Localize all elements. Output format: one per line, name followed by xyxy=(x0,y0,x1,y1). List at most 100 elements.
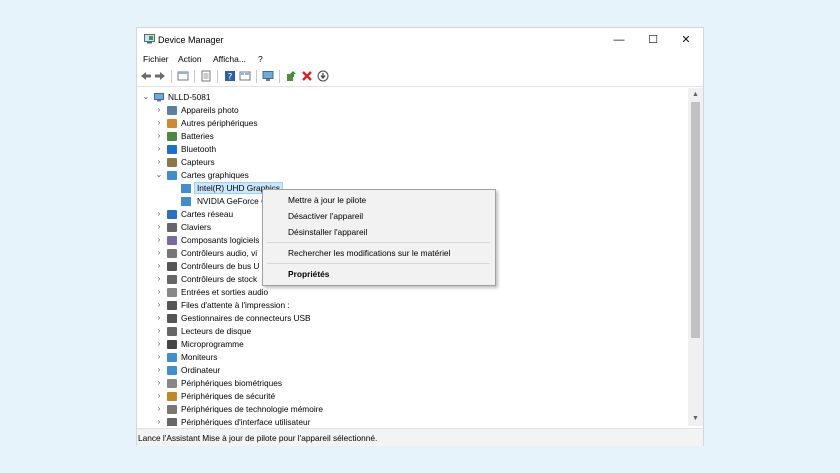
scroll-down-icon[interactable]: ▼ xyxy=(688,413,703,425)
view-icon[interactable] xyxy=(200,70,212,82)
device-category-label: Claviers xyxy=(181,222,211,232)
expand-chevron-icon[interactable]: › xyxy=(155,236,163,244)
expand-chevron-icon[interactable]: › xyxy=(155,106,163,114)
expand-chevron-icon[interactable]: › xyxy=(155,353,163,361)
menu-file[interactable]: Fichier xyxy=(143,54,169,64)
disk-drive-icon xyxy=(167,327,177,336)
ctx-disable-device[interactable]: Désactiver l'appareil xyxy=(288,211,363,221)
status-bar: Lance l'Assistant Mise à jour de pilote … xyxy=(137,428,703,446)
ctx-separator xyxy=(267,242,490,243)
device-category-label: Microprogramme xyxy=(181,339,244,349)
software-component-icon xyxy=(167,236,177,245)
scroll-up-icon[interactable]: ▲ xyxy=(688,89,703,101)
monitor-icon xyxy=(167,353,177,362)
device-category-row[interactable]: › Files d'attente à l'impression : xyxy=(137,299,688,312)
forward-icon[interactable] xyxy=(154,70,166,82)
menu-action[interactable]: Action xyxy=(178,54,202,64)
collapse-chevron-icon[interactable]: ⌄ xyxy=(155,171,163,179)
view-list-icon[interactable] xyxy=(239,70,251,82)
keyboard-icon xyxy=(167,223,177,232)
device-category-row[interactable]: › Moniteurs xyxy=(137,351,688,364)
vertical-scrollbar[interactable]: ▲ ▼ xyxy=(688,88,703,426)
device-category-row[interactable]: › Entrées et sorties audio xyxy=(137,286,688,299)
firmware-icon xyxy=(167,340,177,349)
expand-chevron-icon[interactable]: › xyxy=(155,340,163,348)
device-category-label: Autres périphériques xyxy=(181,118,258,128)
collapse-chevron-icon[interactable]: ⌄ xyxy=(142,93,150,101)
toolbar-separator xyxy=(279,70,280,83)
device-category-row[interactable]: › Périphériques biométriques xyxy=(137,377,688,390)
expand-chevron-icon[interactable]: › xyxy=(155,132,163,140)
device-category-row[interactable]: › Bluetooth xyxy=(137,143,688,156)
device-category-row[interactable]: › Périphériques d'interface utilisateur xyxy=(137,416,688,426)
expand-chevron-icon[interactable]: › xyxy=(155,158,163,166)
ctx-separator xyxy=(267,263,490,264)
device-category-row[interactable]: › Autres périphériques xyxy=(137,117,688,130)
expand-chevron-icon[interactable]: › xyxy=(155,314,163,322)
scrollbar-thumb[interactable] xyxy=(691,102,700,338)
expand-chevron-icon[interactable]: › xyxy=(155,145,163,153)
printer-icon xyxy=(167,301,177,310)
device-category-label: Capteurs xyxy=(181,157,215,167)
expand-chevron-icon[interactable]: › xyxy=(155,392,163,400)
display-adapter-icon xyxy=(181,184,191,193)
device-manager-app-icon xyxy=(144,34,155,44)
title-bar[interactable]: Device Manager — ☐ ✕ xyxy=(137,28,703,52)
device-category-row[interactable]: › Microprogramme xyxy=(137,338,688,351)
properties-icon[interactable] xyxy=(177,70,189,82)
device-category-label: Moniteurs xyxy=(181,352,218,362)
expand-chevron-icon[interactable]: › xyxy=(155,223,163,231)
device-category-row[interactable]: › Batteries xyxy=(137,130,688,143)
expand-chevron-icon[interactable]: › xyxy=(155,249,163,257)
device-category-row[interactable]: › Périphériques de sécurité xyxy=(137,390,688,403)
window-title: Device Manager xyxy=(158,35,224,45)
security-icon xyxy=(167,392,177,401)
device-category-row[interactable]: › Capteurs xyxy=(137,156,688,169)
menu-help[interactable]: ? xyxy=(258,54,263,64)
uninstall-icon[interactable] xyxy=(301,70,313,82)
expand-chevron-icon[interactable]: › xyxy=(155,262,163,270)
expand-chevron-icon[interactable]: › xyxy=(155,210,163,218)
audio-icon xyxy=(167,249,177,258)
download-icon[interactable] xyxy=(317,70,329,82)
device-category-label: Entrées et sorties audio xyxy=(181,287,269,297)
back-icon[interactable] xyxy=(140,70,152,82)
computer-icon xyxy=(154,93,164,102)
toolbar-separator xyxy=(171,70,172,83)
monitor-scan-icon[interactable] xyxy=(262,70,274,82)
maximize-button[interactable]: ☐ xyxy=(636,28,670,52)
ctx-uninstall-device[interactable]: Désinstaller l'appareil xyxy=(288,227,367,237)
ctx-scan-hardware[interactable]: Rechercher les modifications sur le maté… xyxy=(288,248,450,258)
device-category-row[interactable]: › Lecteurs de disque xyxy=(137,325,688,338)
device-category-row[interactable]: › Ordinateur xyxy=(137,364,688,377)
help-icon[interactable]: ? xyxy=(224,70,236,82)
device-category-row[interactable]: ⌄ Cartes graphiques xyxy=(137,169,688,182)
device-category-label: Contrôleurs de stock xyxy=(181,274,258,284)
expand-chevron-icon[interactable]: › xyxy=(155,405,163,413)
device-category-row[interactable]: › Périphériques de technologie mémoire xyxy=(137,403,688,416)
expand-chevron-icon[interactable]: › xyxy=(155,379,163,387)
device-category-row[interactable]: › Appareils photo xyxy=(137,104,688,117)
expand-chevron-icon[interactable]: › xyxy=(155,366,163,374)
expand-chevron-icon[interactable]: › xyxy=(155,119,163,127)
device-category-label: Batteries xyxy=(181,131,214,141)
expand-chevron-icon[interactable]: › xyxy=(155,288,163,296)
device-category-row[interactable]: › Gestionnaires de connecteurs USB xyxy=(137,312,688,325)
ctx-properties[interactable]: Propriétés xyxy=(288,269,329,279)
device-category-label: Appareils photo xyxy=(181,105,239,115)
minimize-button[interactable]: — xyxy=(602,28,636,52)
device-category-label: Périphériques d'interface utilisateur xyxy=(181,417,311,426)
ctx-update-driver[interactable]: Mettre à jour le pilote xyxy=(288,195,366,205)
usb-connector-icon xyxy=(167,314,177,323)
memory-icon xyxy=(167,405,177,414)
expand-chevron-icon[interactable]: › xyxy=(155,301,163,309)
camera-icon xyxy=(167,106,177,115)
expand-chevron-icon[interactable]: › xyxy=(155,275,163,283)
close-button[interactable]: ✕ xyxy=(669,28,703,52)
toolbar-separator xyxy=(194,70,195,83)
expand-chevron-icon[interactable]: › xyxy=(155,418,163,426)
expand-chevron-icon[interactable]: › xyxy=(155,327,163,335)
menu-view[interactable]: Afficha... xyxy=(213,54,246,64)
update-driver-icon[interactable] xyxy=(285,70,297,82)
tree-root-row[interactable]: ⌄ NLLD-5081 xyxy=(137,91,688,104)
